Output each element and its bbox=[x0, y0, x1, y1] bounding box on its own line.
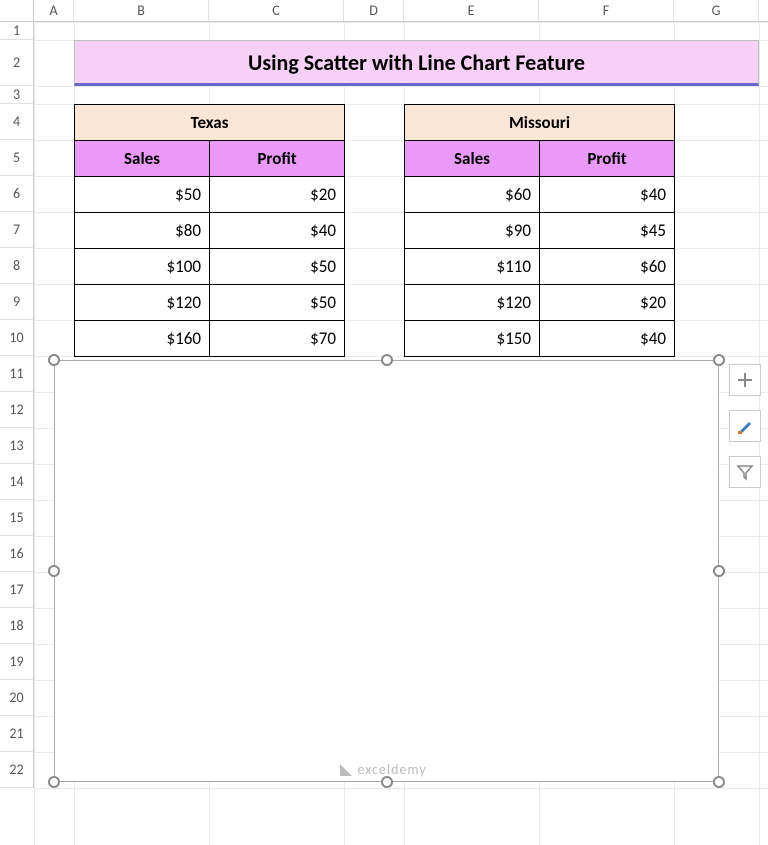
watermark: exceldemy bbox=[338, 761, 427, 778]
col-header-profit[interactable]: Profit bbox=[210, 141, 345, 177]
cell[interactable]: $160 bbox=[75, 321, 210, 357]
cell[interactable]: $45 bbox=[540, 213, 675, 249]
state-header[interactable]: Texas bbox=[75, 105, 345, 141]
cell[interactable]: $150 bbox=[405, 321, 540, 357]
cell[interactable]: $50 bbox=[210, 249, 345, 285]
select-all-corner[interactable] bbox=[0, 0, 34, 21]
chart-side-buttons bbox=[729, 364, 761, 488]
row-header-2[interactable]: 2 bbox=[0, 40, 33, 86]
row-header-12[interactable]: 12 bbox=[0, 392, 33, 428]
cell[interactable]: $120 bbox=[75, 285, 210, 321]
row-headers: 12345678910111213141516171819202122 bbox=[0, 22, 34, 788]
col-header-F[interactable]: F bbox=[539, 0, 674, 21]
chart-styles-button[interactable] bbox=[729, 410, 761, 442]
cell[interactable]: $50 bbox=[210, 285, 345, 321]
col-header-C[interactable]: C bbox=[209, 0, 344, 21]
cell[interactable]: $20 bbox=[540, 285, 675, 321]
watermark-text: exceldemy bbox=[358, 761, 427, 778]
row-header-20[interactable]: 20 bbox=[0, 680, 33, 716]
row-header-15[interactable]: 15 bbox=[0, 500, 33, 536]
row-header-10[interactable]: 10 bbox=[0, 320, 33, 356]
cell[interactable]: $40 bbox=[210, 213, 345, 249]
row-header-19[interactable]: 19 bbox=[0, 644, 33, 680]
row-header-13[interactable]: 13 bbox=[0, 428, 33, 464]
resize-handle[interactable] bbox=[381, 776, 393, 788]
resize-handle[interactable] bbox=[713, 776, 725, 788]
col-header-B[interactable]: B bbox=[74, 0, 209, 21]
row-header-5[interactable]: 5 bbox=[0, 140, 33, 176]
cell[interactable]: $40 bbox=[540, 321, 675, 357]
resize-handle[interactable] bbox=[48, 354, 60, 366]
cell[interactable]: $60 bbox=[540, 249, 675, 285]
cell[interactable]: $20 bbox=[210, 177, 345, 213]
col-header-G[interactable]: G bbox=[674, 0, 759, 21]
chart-elements-button[interactable] bbox=[729, 364, 761, 396]
row-header-14[interactable]: 14 bbox=[0, 464, 33, 500]
col-header-sales[interactable]: Sales bbox=[405, 141, 540, 177]
cell[interactable]: $60 bbox=[405, 177, 540, 213]
brush-icon bbox=[736, 417, 754, 435]
col-header-E[interactable]: E bbox=[404, 0, 539, 21]
row-header-9[interactable]: 9 bbox=[0, 284, 33, 320]
cell[interactable]: $100 bbox=[75, 249, 210, 285]
state-header[interactable]: Missouri bbox=[405, 105, 675, 141]
row-header-4[interactable]: 4 bbox=[0, 104, 33, 140]
chart-filters-button[interactable] bbox=[729, 456, 761, 488]
resize-handle[interactable] bbox=[48, 565, 60, 577]
resize-handle[interactable] bbox=[713, 354, 725, 366]
row-header-1[interactable]: 1 bbox=[0, 22, 33, 40]
cell[interactable]: $50 bbox=[75, 177, 210, 213]
resize-handle[interactable] bbox=[713, 565, 725, 577]
resize-handle[interactable] bbox=[48, 776, 60, 788]
cell[interactable]: $90 bbox=[405, 213, 540, 249]
col-header-A[interactable]: A bbox=[34, 0, 74, 21]
row-header-18[interactable]: 18 bbox=[0, 608, 33, 644]
filter-icon bbox=[736, 463, 754, 481]
plus-icon bbox=[736, 371, 754, 389]
row-header-8[interactable]: 8 bbox=[0, 248, 33, 284]
row-header-11[interactable]: 11 bbox=[0, 356, 33, 392]
cell[interactable]: $120 bbox=[405, 285, 540, 321]
title-banner: Using Scatter with Line Chart Feature bbox=[74, 40, 759, 86]
row-header-22[interactable]: 22 bbox=[0, 752, 33, 788]
col-header-sales[interactable]: Sales bbox=[75, 141, 210, 177]
data-table-missouri[interactable]: MissouriSalesProfit$60$40$90$45$110$60$1… bbox=[404, 104, 675, 357]
chart-object-selected[interactable]: exceldemy bbox=[54, 360, 719, 782]
row-header-3[interactable]: 3 bbox=[0, 86, 33, 104]
data-table-texas[interactable]: TexasSalesProfit$50$20$80$40$100$50$120$… bbox=[74, 104, 345, 357]
row-header-16[interactable]: 16 bbox=[0, 536, 33, 572]
resize-handle[interactable] bbox=[381, 354, 393, 366]
cell[interactable]: $110 bbox=[405, 249, 540, 285]
cell[interactable]: $70 bbox=[210, 321, 345, 357]
row-header-17[interactable]: 17 bbox=[0, 572, 33, 608]
row-header-7[interactable]: 7 bbox=[0, 212, 33, 248]
row-header-6[interactable]: 6 bbox=[0, 176, 33, 212]
column-headers: ABCDEFG bbox=[0, 0, 768, 22]
cell[interactable]: $40 bbox=[540, 177, 675, 213]
col-header-profit[interactable]: Profit bbox=[540, 141, 675, 177]
cell[interactable]: $80 bbox=[75, 213, 210, 249]
col-header-D[interactable]: D bbox=[344, 0, 404, 21]
row-header-21[interactable]: 21 bbox=[0, 716, 33, 752]
